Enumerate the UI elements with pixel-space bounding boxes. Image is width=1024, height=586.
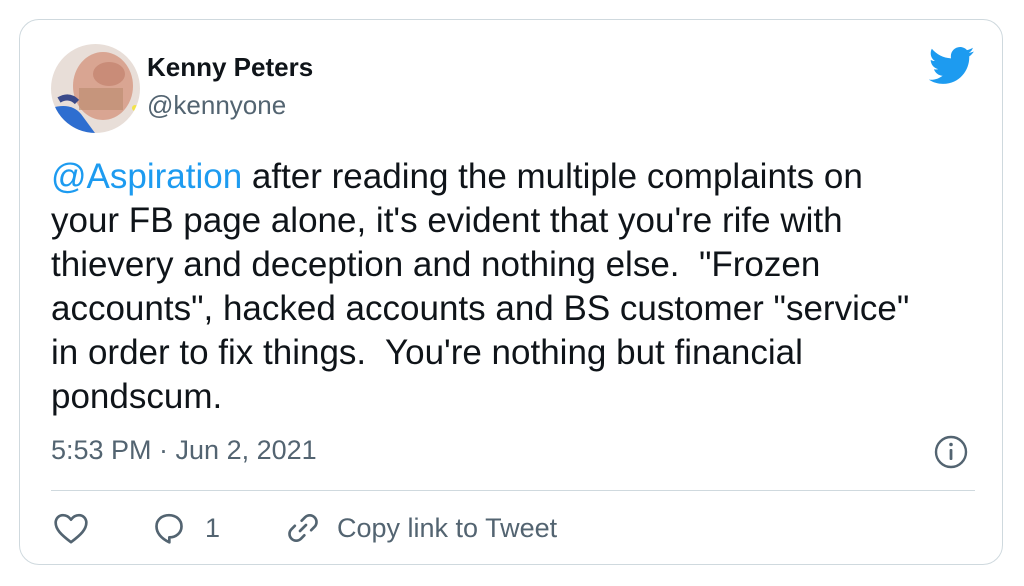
tweet-text: @Aspiration after reading the multiple c…	[51, 155, 981, 419]
author-name[interactable]: Kenny Peters	[147, 52, 313, 83]
action-bar: 1 Copy link to Tweet	[51, 508, 975, 548]
speech-bubble-icon	[155, 513, 183, 544]
avatar[interactable]	[51, 44, 140, 133]
info-icon[interactable]	[934, 435, 968, 469]
like-button[interactable]	[51, 508, 91, 548]
link-icon	[288, 514, 318, 542]
author-handle[interactable]: @kennyone	[147, 90, 286, 121]
avatar-image	[51, 44, 140, 133]
mention-link[interactable]: @Aspiration	[51, 157, 242, 196]
heart-icon	[54, 513, 88, 544]
reply-count: 1	[205, 512, 221, 543]
twitter-bird-icon[interactable]	[928, 46, 975, 86]
divider	[51, 490, 975, 491]
tweet-card: Kenny Peters @kennyone @Aspiration after…	[19, 19, 1003, 565]
copy-link-label: Copy link to Tweet	[337, 512, 558, 543]
reply-button[interactable]: 1	[149, 508, 220, 548]
copy-link-button[interactable]: Copy link to Tweet	[283, 508, 557, 548]
tweet-timestamp[interactable]: 5:53 PM · Jun 2, 2021	[51, 435, 317, 466]
